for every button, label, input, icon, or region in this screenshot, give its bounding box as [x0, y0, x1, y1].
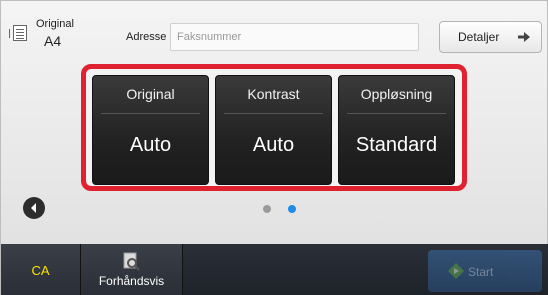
preview-button[interactable]: Forhåndsvis: [81, 244, 183, 295]
card-divider: [101, 113, 200, 114]
start-button[interactable]: Start: [428, 250, 542, 292]
top-bar: Original A4 Adresse Detaljer: [1, 1, 548, 63]
bottom-action-bar: CA Forhåndsvis Start: [1, 244, 548, 295]
original-document-icon: [9, 25, 27, 41]
clear-all-button[interactable]: CA: [1, 244, 81, 295]
page-indicator-dot-active[interactable]: [288, 205, 296, 213]
preview-label: Forhåndsvis: [98, 274, 165, 288]
contrast-setting-card[interactable]: Kontrast Auto: [215, 75, 332, 185]
card-divider: [224, 113, 323, 114]
original-indicator: Original A4: [9, 11, 89, 51]
original-size: A4: [44, 33, 62, 49]
arrow-right-icon: [518, 32, 530, 42]
back-button[interactable]: [23, 197, 45, 219]
original-setting-card[interactable]: Original Auto: [92, 75, 209, 185]
card-title: Kontrast: [247, 86, 300, 102]
details-button[interactable]: Detaljer: [439, 21, 542, 53]
details-button-label: Detaljer: [458, 30, 500, 44]
fax-screen: Original A4 Adresse Detaljer Original Au…: [0, 0, 548, 295]
card-title: Original: [126, 86, 175, 102]
page-indicator-dot[interactable]: [263, 205, 271, 213]
address-input[interactable]: [170, 23, 419, 51]
start-label: Start: [468, 265, 494, 279]
card-value: Standard: [355, 134, 438, 156]
card-title: Oppløsning: [360, 86, 433, 102]
resolution-setting-card[interactable]: Oppløsning Standard: [338, 75, 455, 185]
card-value: Auto: [252, 134, 295, 156]
card-divider: [347, 113, 446, 114]
address-label: Adresse: [126, 31, 167, 43]
card-value: Auto: [129, 134, 172, 156]
clear-all-label: CA: [31, 262, 50, 278]
start-diamond-icon: [448, 263, 464, 279]
back-arrow-icon: [31, 203, 36, 213]
preview-magnifier-icon: [123, 252, 140, 271]
original-label: Original: [36, 18, 74, 30]
settings-card-group: Original Auto Kontrast Auto Oppløsning S…: [81, 64, 467, 191]
